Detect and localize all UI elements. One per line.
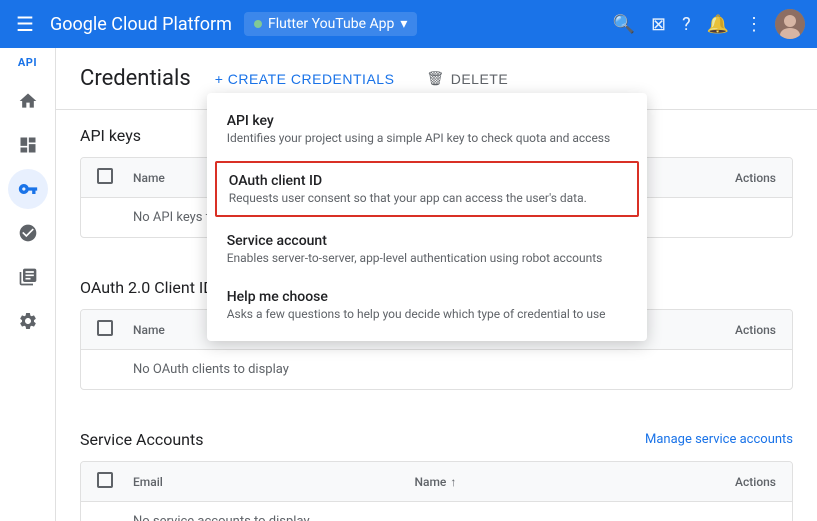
sidebar: API: [0, 48, 56, 521]
service-accounts-title: Service Accounts: [80, 430, 203, 449]
main-content: Credentials + CREATE CREDENTIALS API key…: [56, 48, 817, 521]
sa-col-actions: Actions: [696, 475, 776, 489]
sa-select-all-checkbox[interactable]: [97, 472, 113, 488]
brand-name: Google Cloud Platform: [50, 14, 232, 35]
oauth-select-all-checkbox[interactable]: [97, 320, 113, 336]
layout: API Credentials + CREATE CREDENTIALS: [0, 48, 817, 521]
project-selector[interactable]: Flutter YouTube App ▾: [244, 12, 417, 36]
avatar[interactable]: [775, 9, 805, 39]
sidebar-item-services[interactable]: [8, 213, 48, 253]
api-keys-col-actions: Actions: [696, 171, 776, 185]
trash-icon: 🗑: [426, 70, 444, 87]
oauth-empty-msg: No OAuth clients to display: [97, 362, 289, 377]
service-accounts-section: Service Accounts Manage service accounts…: [56, 414, 817, 521]
api-key-title: API key: [227, 113, 627, 129]
oauth-checkbox-header: [97, 320, 133, 339]
manage-service-accounts-link[interactable]: Manage service accounts: [645, 432, 793, 447]
more-icon[interactable]: ⋮: [741, 10, 767, 39]
bell-icon[interactable]: 🔔: [703, 10, 733, 39]
oauth-title: OAuth client ID: [229, 173, 625, 189]
api-keys-select-all-checkbox[interactable]: [97, 168, 113, 184]
project-dot: [254, 20, 262, 28]
service-accounts-table-header: Email Name ↑ Actions: [81, 462, 792, 502]
service-accounts-table: Email Name ↑ Actions No service accounts…: [80, 461, 793, 521]
sa-empty-msg: No service accounts to display: [97, 514, 310, 521]
sa-empty-row: No service accounts to display: [81, 502, 792, 521]
api-label: API: [18, 56, 37, 69]
oauth-desc: Requests user consent so that your app c…: [229, 191, 625, 205]
search-icon[interactable]: 🔍: [609, 10, 639, 39]
content-header: Credentials + CREATE CREDENTIALS API key…: [56, 48, 817, 110]
sa-col-email: Email: [133, 475, 415, 489]
create-credentials-wrapper: + CREATE CREDENTIALS API key Identifies …: [207, 65, 403, 93]
create-credentials-button[interactable]: + CREATE CREDENTIALS: [207, 65, 403, 93]
help-icon[interactable]: ?: [678, 10, 695, 39]
sidebar-item-home[interactable]: [8, 81, 48, 121]
nav-icons: 🔍 ⊠ ? 🔔 ⋮: [609, 9, 805, 39]
sa-checkbox-header: [97, 472, 133, 491]
service-account-desc: Enables server-to-server, app-level auth…: [227, 251, 627, 265]
sort-up-icon: ↑: [450, 475, 456, 489]
credentials-dropdown: API key Identifies your project using a …: [207, 93, 647, 341]
page-title: Credentials: [80, 66, 191, 91]
hamburger-menu[interactable]: ☰: [12, 8, 38, 40]
dropdown-item-help[interactable]: Help me choose Asks a few questions to h…: [207, 277, 647, 333]
delete-button[interactable]: 🗑 DELETE: [418, 64, 516, 93]
chevron-down-icon: ▾: [400, 16, 407, 32]
mail-icon[interactable]: ⊠: [647, 10, 670, 39]
top-nav: ☰ Google Cloud Platform Flutter YouTube …: [0, 0, 817, 48]
service-account-title: Service account: [227, 233, 627, 249]
oauth-empty-row: No OAuth clients to display: [81, 350, 792, 389]
sidebar-item-credentials[interactable]: [8, 169, 48, 209]
api-key-desc: Identifies your project using a simple A…: [227, 131, 627, 145]
dropdown-item-service-account[interactable]: Service account Enables server-to-server…: [207, 221, 647, 277]
sidebar-item-settings[interactable]: [8, 301, 48, 341]
sa-col-name[interactable]: Name ↑: [415, 475, 697, 489]
help-title: Help me choose: [227, 289, 627, 305]
api-keys-checkbox-header: [97, 168, 133, 187]
service-accounts-header-row: Service Accounts Manage service accounts: [80, 430, 793, 449]
dropdown-item-oauth[interactable]: OAuth client ID Requests user consent so…: [215, 161, 639, 217]
sidebar-item-library[interactable]: [8, 257, 48, 297]
project-name: Flutter YouTube App: [268, 16, 394, 32]
sidebar-item-dashboard[interactable]: [8, 125, 48, 165]
help-desc: Asks a few questions to help you decide …: [227, 307, 627, 321]
dropdown-item-api-key[interactable]: API key Identifies your project using a …: [207, 101, 647, 157]
oauth-col-actions: Actions: [696, 323, 776, 337]
